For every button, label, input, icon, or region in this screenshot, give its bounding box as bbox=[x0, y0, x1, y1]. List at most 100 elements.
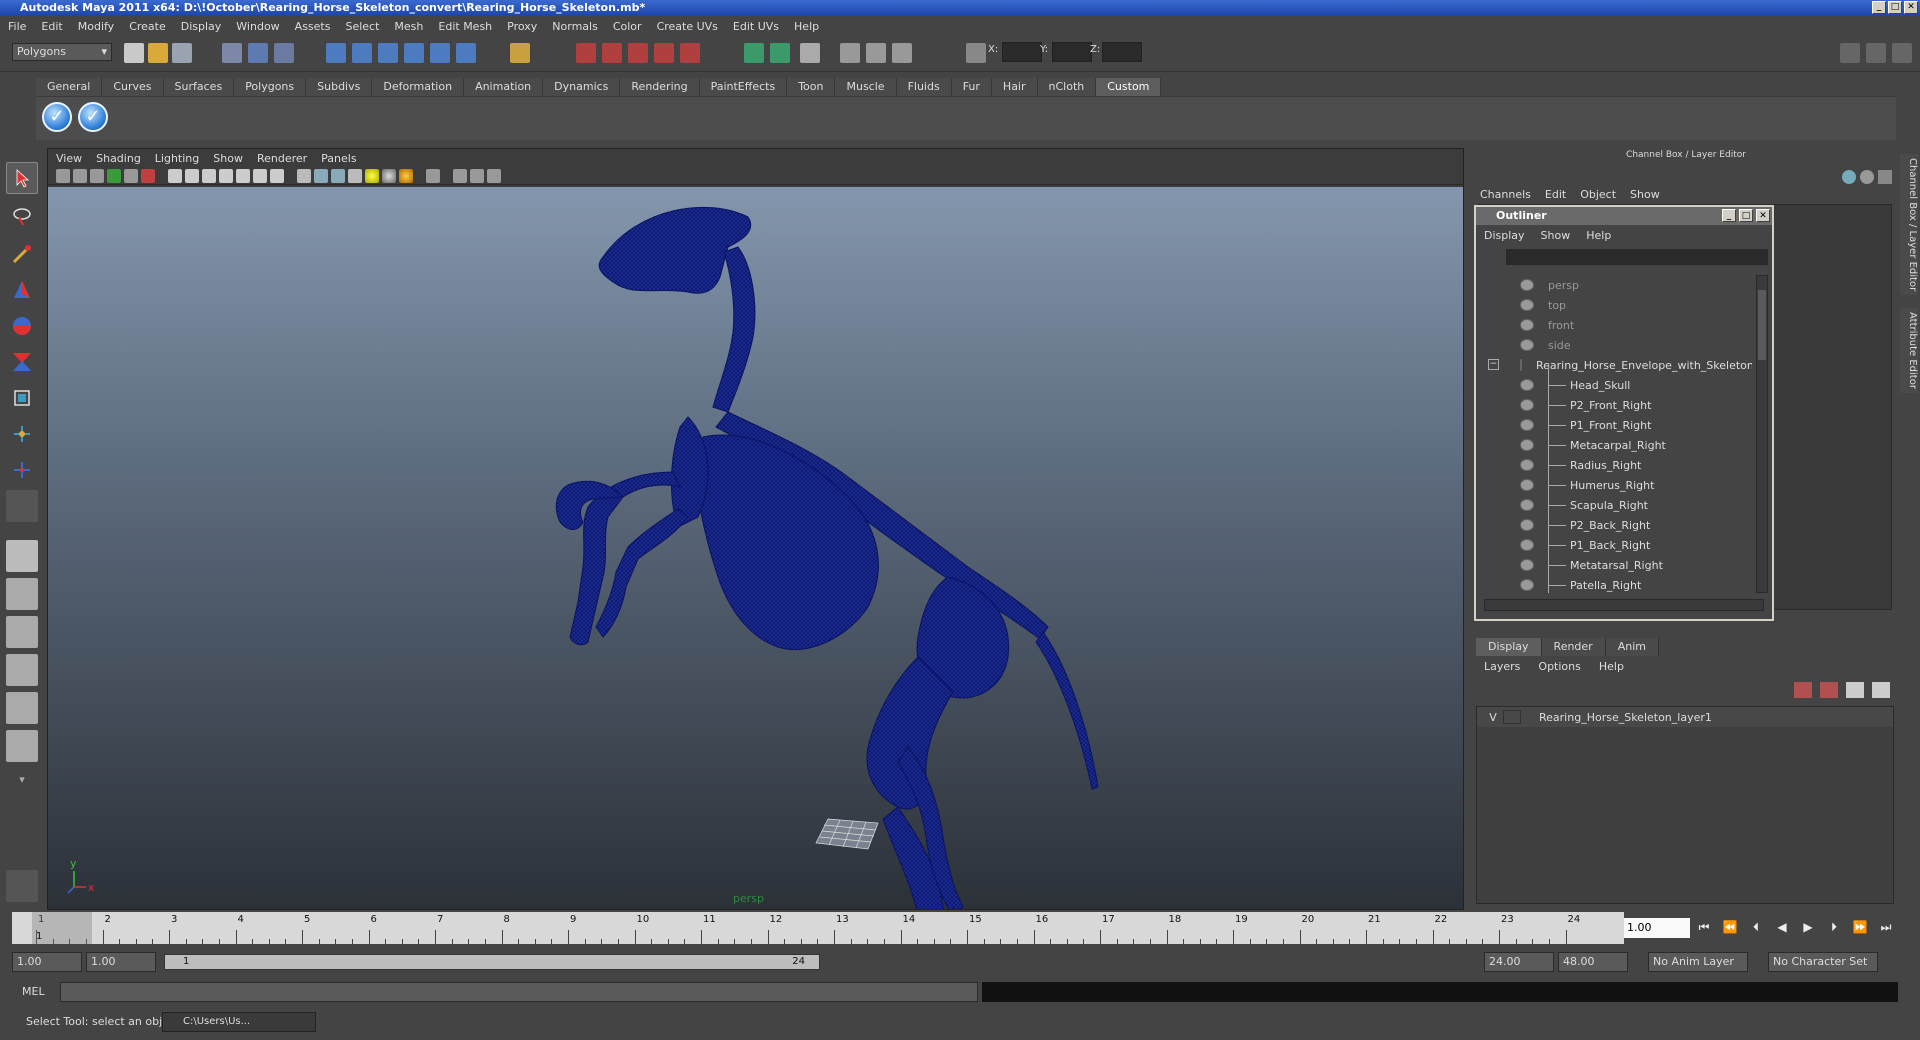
menu-display[interactable]: Display bbox=[181, 20, 222, 33]
bookmark-icon[interactable] bbox=[90, 168, 104, 183]
xray-joints-icon[interactable] bbox=[470, 168, 484, 183]
panel-layout-icon[interactable] bbox=[800, 43, 820, 63]
shelf-tab-rendering[interactable]: Rendering bbox=[620, 78, 700, 96]
outliner-minimize-button[interactable]: _ bbox=[1722, 209, 1736, 222]
rotate-tool-icon[interactable] bbox=[6, 310, 38, 342]
tab-display[interactable]: Display bbox=[1476, 638, 1542, 656]
menu-help[interactable]: Help bbox=[794, 20, 819, 33]
graph-editor-icon[interactable] bbox=[866, 43, 886, 63]
snap-point-icon[interactable] bbox=[378, 43, 398, 63]
show-manipulator-icon[interactable] bbox=[6, 454, 38, 486]
go-to-end-icon[interactable]: ⏭ bbox=[1876, 918, 1896, 936]
uv-editor-icon[interactable] bbox=[840, 43, 860, 63]
outliner-graph-layout-icon[interactable] bbox=[6, 730, 38, 762]
grid-icon[interactable] bbox=[168, 168, 182, 183]
shelf-tab-painteffects[interactable]: PaintEffects bbox=[699, 78, 788, 96]
ipr-render-icon[interactable] bbox=[602, 43, 622, 63]
shelf-tab-subdivs[interactable]: Subdivs bbox=[306, 78, 373, 96]
tab-render[interactable]: Render bbox=[1541, 638, 1606, 656]
list-item[interactable]: − Rearing_Horse_Envelope_with_Skeleton bbox=[1480, 355, 1752, 375]
checkmark-icon[interactable]: ✓ bbox=[42, 102, 72, 132]
layout-toggle-icon[interactable] bbox=[1840, 43, 1860, 63]
list-item[interactable]: persp bbox=[1480, 275, 1752, 295]
attribute-toggle-icon[interactable] bbox=[1866, 43, 1886, 63]
list-item[interactable]: P2_Front_Right bbox=[1480, 395, 1752, 415]
current-time-marker[interactable]: 1 bbox=[32, 912, 92, 944]
z-field[interactable] bbox=[1102, 42, 1142, 62]
wireframe-icon[interactable] bbox=[297, 168, 311, 183]
safe-action-icon[interactable] bbox=[253, 168, 267, 183]
x-field[interactable] bbox=[1002, 42, 1042, 62]
camera-select-icon[interactable] bbox=[56, 168, 70, 183]
cb-menu-show[interactable]: Show bbox=[1630, 188, 1660, 201]
viewport-panel[interactable]: View Shading Lighting Show Renderer Pane… bbox=[47, 148, 1464, 1040]
collapse-toggle-icon[interactable]: − bbox=[1488, 359, 1499, 370]
hypershade-icon[interactable] bbox=[654, 43, 674, 63]
vp-menu-renderer[interactable]: Renderer bbox=[257, 152, 307, 165]
outliner-vertical-scrollbar[interactable] bbox=[1756, 275, 1768, 593]
shelf-tab-fur[interactable]: Fur bbox=[951, 78, 992, 96]
xray-icon[interactable] bbox=[453, 168, 467, 183]
last-tool-icon[interactable] bbox=[6, 490, 38, 522]
all-lights-icon[interactable] bbox=[382, 168, 396, 183]
heads-up-icon[interactable] bbox=[487, 168, 501, 183]
time-slider[interactable]: 1 2 3 4 5 6 7 8 9 10 11 12 13 14 15 16 17 18 19 20 21 22 23 24 1 bbox=[12, 912, 1624, 944]
list-item[interactable]: Radius_Right bbox=[1480, 455, 1752, 475]
menu-color[interactable]: Color bbox=[613, 20, 642, 33]
safe-title-icon[interactable] bbox=[270, 168, 284, 183]
paint-select-tool-icon[interactable] bbox=[6, 238, 38, 270]
cb-menu-channels[interactable]: Channels bbox=[1480, 188, 1531, 201]
menu-set-dropdown[interactable]: Polygons bbox=[12, 43, 112, 61]
list-item[interactable]: Metacarpal_Right bbox=[1480, 435, 1752, 455]
outliner-persp-layout-icon[interactable] bbox=[6, 616, 38, 648]
shelf-tab-curves[interactable]: Curves bbox=[102, 78, 164, 96]
move-layer-down-icon[interactable] bbox=[1872, 682, 1890, 698]
film-gate-icon[interactable] bbox=[185, 168, 199, 183]
list-item[interactable]: Patella_Right bbox=[1480, 575, 1752, 593]
cb-menu-object[interactable]: Object bbox=[1580, 188, 1616, 201]
shelf-tab-ncloth[interactable]: nCloth bbox=[1037, 78, 1097, 96]
input-line-icon[interactable] bbox=[744, 43, 764, 63]
viewport-scene[interactable]: persp y x bbox=[48, 187, 1463, 1040]
ol-menu-show[interactable]: Show bbox=[1541, 229, 1571, 242]
move-layer-up-icon[interactable] bbox=[1846, 682, 1864, 698]
shelf-tab-fluids[interactable]: Fluids bbox=[896, 78, 952, 96]
shelf-tab-custom[interactable]: Custom bbox=[1096, 78, 1162, 96]
shelf-tab-polygons[interactable]: Polygons bbox=[234, 78, 307, 96]
layer-menu-options[interactable]: Options bbox=[1538, 660, 1580, 673]
list-item[interactable]: P2_Back_Right bbox=[1480, 515, 1752, 535]
anim-layer-dropdown[interactable]: No Anim Layer bbox=[1648, 952, 1748, 972]
list-item[interactable]: top bbox=[1480, 295, 1752, 315]
scale-tool-icon[interactable] bbox=[6, 346, 38, 378]
lasso-tool-icon[interactable] bbox=[6, 200, 38, 232]
outliner-horizontal-scrollbar[interactable] bbox=[1484, 599, 1764, 611]
snap-plane-icon[interactable] bbox=[404, 43, 424, 63]
list-item[interactable]: Metatarsal_Right bbox=[1480, 555, 1752, 575]
sidebar-toggle-icon[interactable] bbox=[770, 43, 790, 63]
outliner-filter-field[interactable] bbox=[1506, 249, 1768, 265]
vp-menu-lighting[interactable]: Lighting bbox=[155, 152, 199, 165]
graph-persp-layout-icon[interactable] bbox=[6, 654, 38, 686]
open-scene-icon[interactable] bbox=[148, 43, 168, 63]
shelf-tab-dynamics[interactable]: Dynamics bbox=[543, 78, 621, 96]
dope-sheet-icon[interactable] bbox=[892, 43, 912, 63]
maximize-button[interactable]: □ bbox=[1888, 1, 1902, 14]
menu-create-uvs[interactable]: Create UVs bbox=[657, 20, 718, 33]
menu-file[interactable]: File bbox=[8, 20, 26, 33]
textured-icon[interactable] bbox=[348, 168, 362, 183]
manipulator-tool-icon[interactable] bbox=[6, 382, 38, 414]
transform-mode-icon[interactable] bbox=[966, 43, 986, 63]
default-light-icon[interactable] bbox=[365, 168, 379, 183]
play-forwards-icon[interactable]: ▶ bbox=[1798, 918, 1818, 936]
hypershade-persp-layout-icon[interactable] bbox=[6, 692, 38, 724]
layer-menu-help[interactable]: Help bbox=[1599, 660, 1624, 673]
side-tab-attribute-editor[interactable]: Attribute Editor bbox=[1900, 308, 1918, 393]
step-forward-key-icon[interactable]: ⏵ bbox=[1824, 918, 1844, 936]
list-item[interactable]: Humerus_Right bbox=[1480, 475, 1752, 495]
layer-type-toggle[interactable] bbox=[1503, 710, 1521, 724]
move-tool-icon[interactable] bbox=[6, 274, 38, 306]
save-scene-icon[interactable] bbox=[172, 43, 192, 63]
channel-toggle-icon[interactable] bbox=[1892, 43, 1912, 63]
outliner-maximize-button[interactable]: □ bbox=[1739, 209, 1753, 222]
menu-assets[interactable]: Assets bbox=[295, 20, 331, 33]
